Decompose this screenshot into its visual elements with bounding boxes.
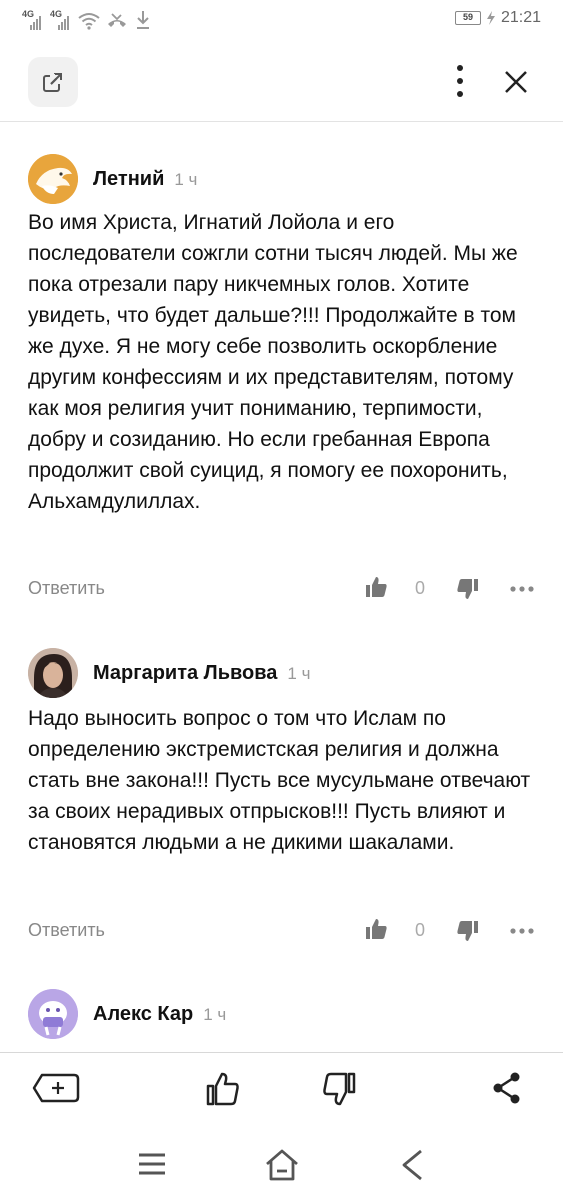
share-icon[interactable] [492, 1071, 522, 1105]
comment-author[interactable]: Алекс Кар 1 ч [93, 1003, 226, 1026]
dislike-icon[interactable] [322, 1071, 358, 1107]
avatar-image [28, 989, 78, 1039]
wifi-icon [78, 13, 100, 30]
comment-time: 1 ч [174, 170, 198, 189]
comment-actions: Ответить 0 [0, 574, 563, 604]
comment-author[interactable]: Летний 1 ч [93, 168, 197, 191]
top-toolbar [0, 40, 563, 122]
open-external-button[interactable] [28, 57, 78, 107]
author-name[interactable]: Алекс Кар [93, 1003, 193, 1025]
clock: 21:21 [500, 9, 541, 26]
thumbs-down-icon[interactable] [456, 577, 480, 601]
avatar-image [28, 648, 78, 698]
avatar[interactable] [28, 648, 78, 698]
comment-time: 1 ч [287, 664, 311, 683]
open-external-icon [43, 73, 62, 92]
charging-icon [486, 11, 495, 25]
like-count: 0 [415, 920, 426, 940]
comment-text: Надо выносить вопрос о том что Ислам по … [28, 707, 531, 854]
comment-author[interactable]: Маргарита Львова 1 ч [93, 662, 310, 685]
signal-sim2-icon: 4G [50, 9, 72, 30]
avatar-image [28, 154, 78, 204]
close-icon[interactable] [498, 64, 534, 100]
like-icon[interactable] [204, 1071, 240, 1107]
status-left: 4G 4G [22, 9, 152, 30]
status-right: 59 21:21 [454, 9, 541, 27]
system-navigation-bar [0, 1136, 563, 1200]
like-count: 0 [415, 578, 426, 598]
avatar[interactable] [28, 989, 78, 1039]
comment-actions: Ответить 0 [0, 916, 563, 946]
thumbs-up-icon[interactable] [364, 575, 388, 599]
more-horizontal-icon[interactable] [510, 928, 534, 934]
thumbs-down-icon[interactable] [456, 919, 480, 943]
reply-button[interactable]: Ответить [28, 578, 105, 599]
signal-sim1-icon: 4G [22, 9, 44, 30]
menu-icon[interactable] [136, 1148, 168, 1180]
bottom-action-bar [0, 1052, 563, 1136]
more-vertical-icon[interactable] [448, 62, 472, 100]
download-icon [137, 11, 149, 29]
battery-icon: 59 [454, 11, 481, 25]
battery-level: 59 [462, 12, 473, 22]
author-name[interactable]: Маргарита Львова [93, 662, 277, 684]
add-comment-icon[interactable] [32, 1071, 80, 1105]
author-name[interactable]: Летний [93, 168, 164, 190]
comment-text: Во имя Христа, Игнатий Лойола и его посл… [28, 211, 518, 513]
status-bar: 4G 4G 59 21:21 [0, 0, 563, 40]
avatar[interactable] [28, 154, 78, 204]
more-horizontal-icon[interactable] [510, 586, 534, 592]
thumbs-up-icon[interactable] [364, 917, 388, 941]
missed-call-icon [108, 13, 126, 27]
reply-button[interactable]: Ответить [28, 920, 105, 941]
comment-time: 1 ч [203, 1005, 227, 1024]
back-icon[interactable] [398, 1148, 426, 1182]
home-icon[interactable] [264, 1148, 300, 1182]
